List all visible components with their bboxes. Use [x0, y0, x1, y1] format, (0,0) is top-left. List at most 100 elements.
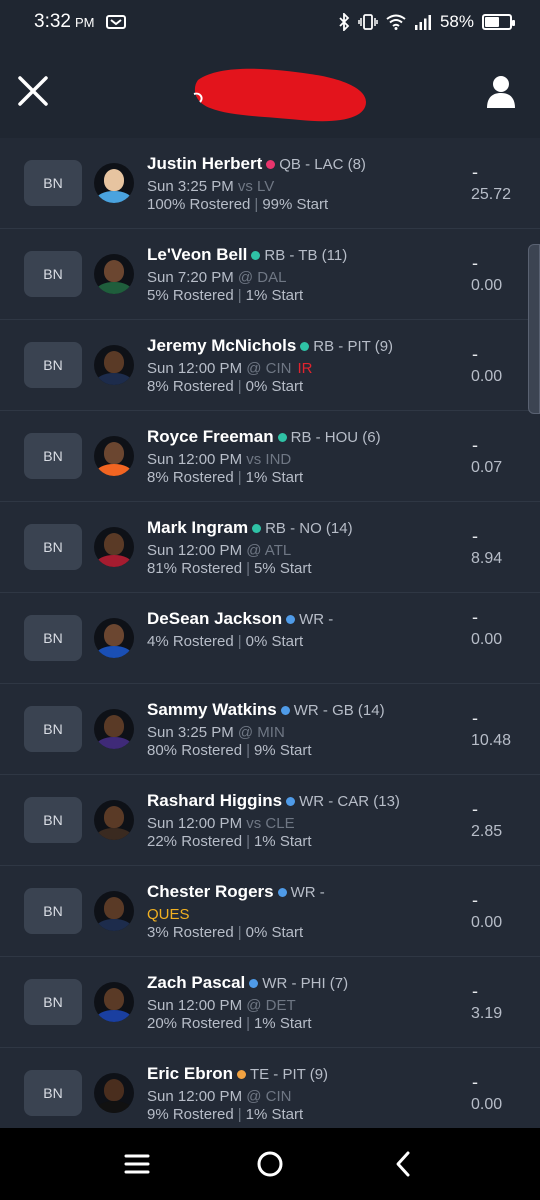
player-avatar[interactable]: [94, 800, 134, 840]
player-list[interactable]: BN Justin Herbert QB - LAC (8) Sun 3:25 PM …: [0, 138, 540, 1128]
player-row[interactable]: BN Mark Ingram RB - NO (14) Sun 12:00 PM @ …: [0, 502, 540, 593]
rostered-pct: 100% Rostered: [147, 196, 251, 213]
player-name[interactable]: Justin Herbert: [147, 154, 262, 174]
status-dot-icon: [280, 705, 290, 715]
player-name-line[interactable]: Sammy Watkins WR - GB (14): [147, 700, 385, 720]
player-name[interactable]: Mark Ingram: [147, 518, 248, 538]
close-icon: [18, 76, 48, 106]
slot-button[interactable]: BN: [24, 524, 82, 570]
status-time: 3:32 PM: [34, 11, 94, 33]
avatar-face: [104, 260, 124, 282]
player-row[interactable]: BN Chester Rogers WR - QUES 3% Rostered | 0% S…: [0, 866, 540, 957]
player-name-line[interactable]: Royce Freeman RB - HOU (6): [147, 427, 381, 447]
status-left: 3:32 PM: [34, 11, 127, 33]
player-name[interactable]: Chester Rogers: [147, 882, 274, 902]
slot-button[interactable]: BN: [24, 888, 82, 934]
player-name-line[interactable]: Eric Ebron TE - PIT (9): [147, 1064, 328, 1084]
player-position: RB - TB (11): [264, 246, 348, 264]
player-name-line[interactable]: Jeremy McNichols RB - PIT (9): [147, 336, 393, 356]
player-name[interactable]: DeSean Jackson: [147, 609, 282, 629]
separator: |: [237, 1106, 242, 1123]
player-row[interactable]: BN Royce Freeman RB - HOU (6) Sun 12:00 PM …: [0, 411, 540, 502]
player-avatar[interactable]: [94, 982, 134, 1022]
avatar-face: [104, 1079, 124, 1101]
scrollbar-thumb[interactable]: [528, 244, 540, 414]
player-row[interactable]: BN Justin Herbert QB - LAC (8) Sun 3:25 PM …: [0, 138, 540, 229]
player-position: WR -: [290, 883, 325, 901]
player-avatar[interactable]: [94, 1073, 134, 1113]
projected-points: 25.72: [471, 186, 512, 203]
status-dot-icon: [286, 614, 296, 624]
roster-info: 4% Rostered | 0% Start: [147, 633, 303, 650]
player-name[interactable]: Jeremy McNichols: [147, 336, 296, 356]
separator: |: [237, 924, 242, 941]
slot-button[interactable]: BN: [24, 342, 82, 388]
slot-button[interactable]: BN: [24, 615, 82, 661]
actual-points: -: [472, 344, 478, 364]
player-position: RB - PIT (9): [313, 337, 394, 355]
player-name[interactable]: Eric Ebron: [147, 1064, 233, 1084]
actual-points: -: [472, 981, 478, 1001]
profile-button[interactable]: [486, 74, 516, 108]
avatar-jersey: [96, 373, 132, 385]
projected-points: 0.00: [471, 277, 503, 294]
player-row[interactable]: BN Eric Ebron TE - PIT (9) Sun 12:00 PM @ C…: [0, 1048, 540, 1128]
player-row[interactable]: BN Sammy Watkins WR - GB (14) Sun 3:25 PM @…: [0, 684, 540, 775]
player-name-line[interactable]: Le'Veon Bell RB - TB (11): [147, 245, 347, 265]
notification-icon: [106, 14, 127, 30]
roster-info: 22% Rostered | 1% Start: [147, 833, 312, 850]
player-name[interactable]: Rashard Higgins: [147, 791, 282, 811]
roster-info: 81% Rostered | 5% Start: [147, 560, 312, 577]
vibrate-icon: [358, 13, 378, 31]
player-avatar[interactable]: [94, 163, 134, 203]
recent-apps-button[interactable]: [117, 1144, 157, 1184]
slot-button[interactable]: BN: [24, 160, 82, 206]
slot-button[interactable]: BN: [24, 797, 82, 843]
player-name[interactable]: Sammy Watkins: [147, 700, 277, 720]
player-name[interactable]: Zach Pascal: [147, 973, 245, 993]
actual-points: -: [472, 799, 478, 819]
player-name-line[interactable]: Zach Pascal WR - PHI (7): [147, 973, 348, 993]
game-info: Sun 12:00 PM vs IND: [147, 451, 291, 468]
slot-button[interactable]: BN: [24, 251, 82, 297]
actual-points: -: [472, 253, 478, 273]
player-avatar[interactable]: [94, 254, 134, 294]
separator: |: [237, 469, 242, 486]
separator: |: [254, 196, 259, 213]
player-name[interactable]: Royce Freeman: [147, 427, 274, 447]
player-row[interactable]: BN DeSean Jackson WR - 4% Rostered | 0% Start…: [0, 593, 540, 684]
home-button[interactable]: [250, 1144, 290, 1184]
status-dot-icon: [277, 887, 287, 897]
player-avatar[interactable]: [94, 618, 134, 658]
player-row[interactable]: BN Rashard Higgins WR - CAR (13) Sun 12:00 …: [0, 775, 540, 866]
player-avatar[interactable]: [94, 436, 134, 476]
player-row[interactable]: BN Zach Pascal WR - PHI (7) Sun 12:00 PM @ …: [0, 957, 540, 1048]
player-name-line[interactable]: Rashard Higgins WR - CAR (13): [147, 791, 400, 811]
slot-button[interactable]: BN: [24, 1070, 82, 1116]
player-name-line[interactable]: Mark Ingram RB - NO (14): [147, 518, 353, 538]
slot-button[interactable]: BN: [24, 433, 82, 479]
player-avatar[interactable]: [94, 709, 134, 749]
back-button[interactable]: [383, 1144, 423, 1184]
close-button[interactable]: [16, 74, 50, 108]
slot-button[interactable]: BN: [24, 706, 82, 752]
player-avatar[interactable]: [94, 891, 134, 931]
player-name[interactable]: Le'Veon Bell: [147, 245, 247, 265]
rostered-pct: 3% Rostered: [147, 924, 234, 941]
game-time: Sun 12:00 PM: [147, 542, 243, 559]
wifi-icon: [386, 14, 406, 30]
slot-button[interactable]: BN: [24, 979, 82, 1025]
player-avatar[interactable]: [94, 527, 134, 567]
player-name-line[interactable]: Justin Herbert QB - LAC (8): [147, 154, 366, 174]
injury-status: IR: [297, 360, 313, 377]
opponent: @ CIN: [246, 360, 292, 377]
avatar-face: [104, 442, 124, 464]
player-avatar[interactable]: [94, 345, 134, 385]
player-name-line[interactable]: Chester Rogers WR -: [147, 882, 325, 902]
player-name-line[interactable]: DeSean Jackson WR -: [147, 609, 333, 629]
rostered-pct: 20% Rostered: [147, 1015, 243, 1032]
avatar-jersey: [96, 464, 132, 476]
projected-points: 8.94: [471, 550, 503, 567]
player-row[interactable]: BN Le'Veon Bell RB - TB (11) Sun 7:20 PM @ …: [0, 229, 540, 320]
player-row[interactable]: BN Jeremy McNichols RB - PIT (9) Sun 12:00 …: [0, 320, 540, 411]
